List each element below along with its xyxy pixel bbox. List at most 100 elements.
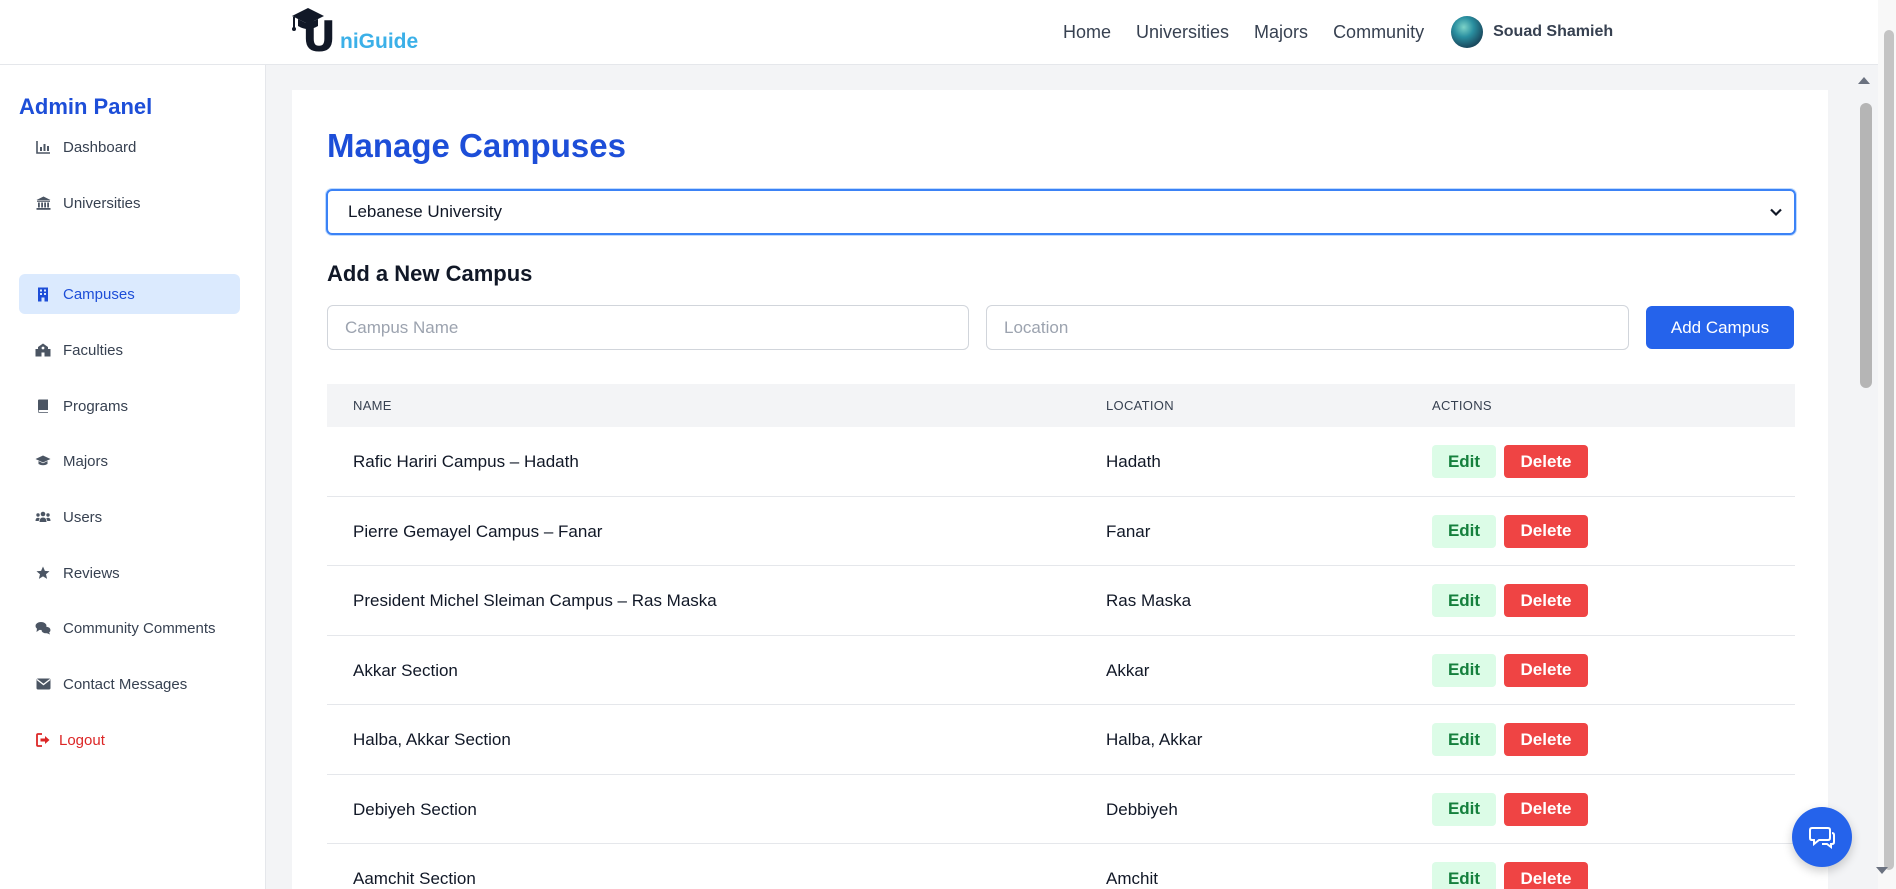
admin-sidebar: Admin Panel Dashboard Universities Campu… (0, 65, 266, 889)
edit-button[interactable]: Edit (1432, 584, 1496, 617)
sidebar-item-label: Majors (63, 452, 109, 470)
add-campus-heading: Add a New Campus (327, 261, 533, 286)
nav-link-universities[interactable]: Universities (1136, 22, 1229, 43)
chat-icon (1809, 827, 1835, 849)
campus-name: Debiyeh Section (353, 799, 477, 819)
nav-link-majors[interactable]: Majors (1254, 22, 1308, 43)
sidebar-item-label: Reviews (63, 564, 120, 582)
university-select[interactable]: Lebanese University (326, 189, 1796, 235)
sidebar-item-label: Faculties (63, 341, 124, 359)
panel-scroll-up-arrow[interactable] (1858, 77, 1870, 84)
delete-button[interactable]: Delete (1504, 792, 1588, 826)
comments-icon (35, 620, 51, 636)
delete-button[interactable]: Delete (1504, 862, 1588, 889)
campus-name: Akkar Section (353, 660, 458, 680)
page-title: Manage Campuses (327, 127, 626, 164)
campus-name-input[interactable] (327, 305, 969, 350)
delete-button[interactable]: Delete (1504, 653, 1588, 687)
row-actions: Edit Delete (1432, 514, 1588, 548)
table-row: Halba, Akkar Section Halba, Akkar Edit D… (327, 705, 1795, 775)
users-icon (35, 509, 51, 525)
user-name: Souad Shamieh (1493, 23, 1614, 40)
delete-button[interactable]: Delete (1504, 514, 1588, 548)
delete-button[interactable]: Delete (1504, 445, 1588, 478)
logo-initial: U (302, 12, 337, 61)
sidebar-item-programs[interactable]: Programs (19, 386, 240, 426)
table-row: President Michel Sleiman Campus – Ras Ma… (327, 566, 1795, 636)
main-nav: Home Universities Majors Community Souad… (1063, 0, 1613, 64)
sidebar-item-label: Users (63, 508, 103, 526)
campus-name: Aamchit Section (353, 869, 476, 888)
panel-scrollbar-thumb[interactable] (1860, 103, 1872, 388)
sidebar-item-users[interactable]: Users (19, 497, 240, 537)
nav-link-community[interactable]: Community (1333, 22, 1424, 43)
logout-button[interactable]: Logout (19, 720, 240, 760)
column-header-actions: ACTIONS (1432, 398, 1492, 413)
sidebar-item-universities[interactable]: Universities (19, 183, 240, 223)
window-scroll-down-arrow[interactable] (1876, 867, 1888, 874)
sidebar-item-faculties[interactable]: Faculties (19, 330, 240, 370)
row-actions: Edit Delete (1432, 862, 1588, 889)
row-actions: Edit Delete (1432, 445, 1588, 478)
campus-name: Rafic Hariri Campus – Hadath (353, 452, 579, 471)
sidebar-item-majors[interactable]: Majors (19, 441, 240, 481)
sidebar-item-label: Universities (63, 194, 141, 212)
table-header: NAME LOCATION ACTIONS (327, 384, 1795, 427)
sidebar-item-label: Campuses (63, 285, 135, 303)
edit-button[interactable]: Edit (1432, 653, 1496, 687)
sidebar-item-community-comments[interactable]: Community Comments (19, 608, 240, 648)
row-actions: Edit Delete (1432, 723, 1588, 756)
chevron-down-icon (1770, 208, 1782, 217)
edit-button[interactable]: Edit (1432, 792, 1496, 826)
logout-label: Logout (59, 731, 105, 749)
sidebar-item-label: Dashboard (63, 138, 137, 156)
nav-link-home[interactable]: Home (1063, 22, 1111, 43)
avatar (1451, 16, 1484, 48)
campus-name: Halba, Akkar Section (353, 730, 511, 749)
university-select-value: Lebanese University (348, 202, 503, 221)
campus-location: Fanar (1106, 521, 1151, 541)
sidebar-item-label: Programs (63, 397, 129, 415)
row-actions: Edit Delete (1432, 792, 1588, 826)
edit-button[interactable]: Edit (1432, 445, 1496, 478)
graduation-cap-icon (35, 453, 51, 469)
campus-location: Akkar (1106, 660, 1150, 680)
table-row: Akkar Section Akkar Edit Delete (327, 636, 1795, 705)
sidebar-item-campuses[interactable]: Campuses (19, 274, 240, 314)
envelope-icon (35, 676, 51, 692)
campus-location: Debbiyeh (1106, 799, 1178, 819)
building-icon (35, 286, 51, 302)
edit-button[interactable]: Edit (1432, 723, 1496, 756)
sidebar-item-reviews[interactable]: Reviews (19, 553, 240, 593)
delete-button[interactable]: Delete (1504, 584, 1588, 617)
campus-location: Halba, Akkar (1106, 730, 1203, 749)
star-icon (35, 565, 51, 581)
book-icon (35, 398, 51, 414)
sidebar-item-contact-messages[interactable]: Contact Messages (19, 664, 240, 704)
sidebar-item-dashboard[interactable]: Dashboard (19, 127, 240, 167)
window-scrollbar-thumb[interactable] (1884, 30, 1894, 870)
add-campus-button[interactable]: Add Campus (1646, 306, 1794, 349)
campus-location: Amchit (1106, 869, 1158, 888)
sidebar-item-label: Community Comments (63, 619, 216, 637)
logo-text: niGuide (340, 30, 419, 53)
table-row: Aamchit Section Amchit Edit Delete (327, 844, 1795, 889)
chart-bar-icon (35, 139, 51, 155)
campuses-table: NAME LOCATION ACTIONS Rafic Hariri Campu… (327, 384, 1795, 889)
column-header-location: LOCATION (1106, 398, 1174, 413)
chat-button[interactable] (1792, 807, 1852, 867)
row-actions: Edit Delete (1432, 584, 1588, 617)
user-menu[interactable]: Souad Shamieh (1451, 16, 1613, 48)
edit-button[interactable]: Edit (1432, 514, 1496, 548)
table-row: Pierre Gemayel Campus – Fanar Fanar Edit… (327, 497, 1795, 566)
campus-name: President Michel Sleiman Campus – Ras Ma… (353, 591, 717, 610)
campus-location: Ras Maska (1106, 591, 1192, 610)
edit-button[interactable]: Edit (1432, 862, 1496, 889)
campus-name: Pierre Gemayel Campus – Fanar (353, 521, 603, 541)
sidebar-item-label: Contact Messages (63, 675, 188, 693)
manage-campuses-panel: Manage Campuses Lebanese University Add … (292, 90, 1828, 889)
delete-button[interactable]: Delete (1504, 723, 1588, 756)
location-input[interactable] (986, 305, 1629, 350)
uniguide-logo[interactable]: U niGuide (290, 6, 420, 61)
row-actions: Edit Delete (1432, 653, 1588, 687)
